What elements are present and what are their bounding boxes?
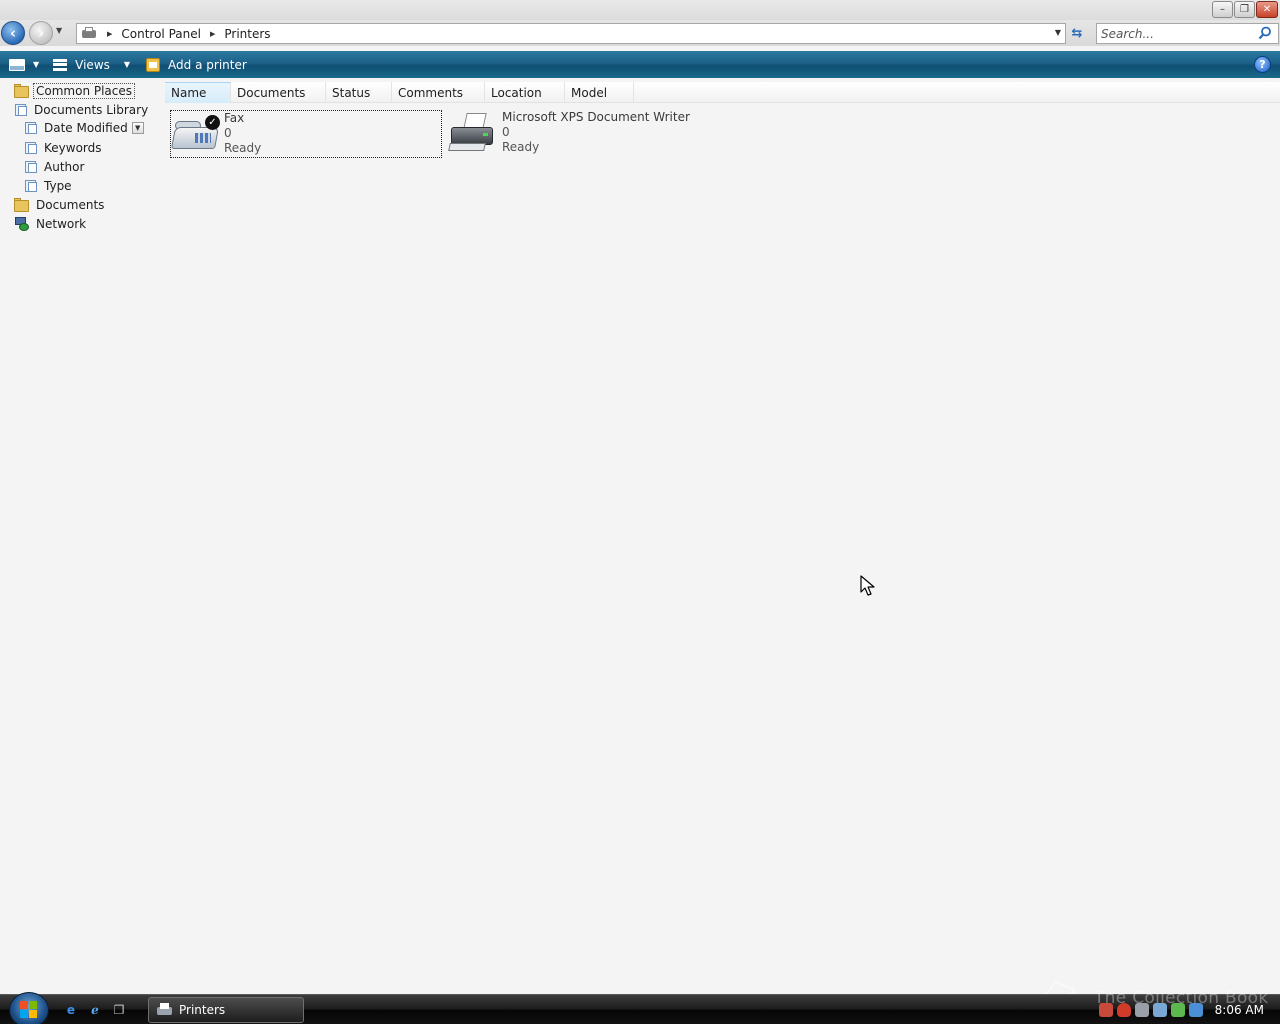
restore-button[interactable]: ❐ <box>1234 1 1255 18</box>
column-header-name[interactable]: Name <box>165 82 231 103</box>
search-folder-icon <box>24 141 38 155</box>
organize-button[interactable]: ▼ <box>0 51 45 78</box>
library-icon <box>14 103 28 117</box>
views-button[interactable]: Views ▼ <box>47 51 136 78</box>
views-label: Views <box>75 57 110 72</box>
printer-status: Ready <box>502 140 540 154</box>
add-printer-label: Add a printer <box>168 57 247 72</box>
search-box <box>1096 23 1279 44</box>
chevron-down-icon[interactable]: ▼ <box>124 60 130 69</box>
fax-icon: ✓ <box>171 111 221 155</box>
address-bar[interactable]: ▶ Control Panel ▶ Printers ▼ <box>76 23 1066 44</box>
close-button[interactable]: ✕ <box>1256 1 1278 18</box>
taskbar-button-printers[interactable]: Printers <box>148 997 304 1023</box>
ie-reload-icon[interactable]: ℯ <box>86 1001 104 1019</box>
column-header-location[interactable]: Location <box>485 82 565 103</box>
switch-windows-icon[interactable]: ❐ <box>110 1001 128 1019</box>
back-button[interactable]: ‹ <box>1 21 25 45</box>
nav-item-label: Keywords <box>44 140 102 155</box>
printer-status: Ready <box>224 141 262 155</box>
taskbar-button-label: Printers <box>179 1003 226 1017</box>
column-header-documents[interactable]: Documents <box>231 82 326 103</box>
folder-icon <box>14 83 30 98</box>
nav-item-label: Type <box>44 178 72 193</box>
breadcrumb-control-panel[interactable]: Control Panel <box>121 27 201 41</box>
printers-folder-icon <box>157 1003 173 1017</box>
minimize-button[interactable]: – <box>1212 1 1233 18</box>
watermark-text: The Collection Book <box>1094 988 1269 1008</box>
nav-item-keywords[interactable]: Keywords <box>24 138 102 157</box>
printers-folder-icon <box>81 26 97 41</box>
nav-item-documents-library[interactable]: Documents Library <box>14 100 148 119</box>
add-printer-button[interactable]: Add a printer <box>140 51 253 78</box>
folder-icon <box>14 197 30 212</box>
mouse-cursor-icon <box>860 575 875 596</box>
refresh-icon[interactable]: ⇆ <box>1068 24 1086 42</box>
forward-button[interactable]: › <box>29 21 53 45</box>
search-icon[interactable] <box>1258 26 1272 40</box>
title-bar: – ❐ ✕ <box>0 0 1280 20</box>
nav-item-network[interactable]: Network <box>14 214 86 233</box>
breadcrumb-separator-icon[interactable]: ▶ <box>210 30 215 38</box>
start-button[interactable] <box>9 992 49 1024</box>
nav-item-common-places[interactable]: Common Places <box>14 81 136 100</box>
nav-item-label: Author <box>44 159 85 174</box>
column-header-comments[interactable]: Comments <box>392 82 485 103</box>
network-icon <box>14 216 30 231</box>
printer-name: Microsoft XPS Document Writer <box>502 110 690 124</box>
column-header-row: Name Documents Status Comments Location … <box>165 82 1280 103</box>
printer-documents: 0 <box>224 126 232 140</box>
nav-item-label: Documents Library <box>34 102 149 117</box>
navigation-pane: Common Places Documents Library Date Mod… <box>0 78 165 992</box>
printer-icon <box>447 111 497 155</box>
views-icon <box>53 58 68 71</box>
quick-launch: e ℯ ❐ <box>62 1001 128 1019</box>
chevron-down-icon: ▼ <box>33 60 40 69</box>
default-printer-check-icon: ✓ <box>205 115 220 130</box>
chevron-down-icon[interactable]: ▼ <box>131 121 144 134</box>
windows-logo-icon <box>20 1001 38 1019</box>
organize-icon <box>9 58 25 71</box>
nav-item-type[interactable]: Type <box>24 176 72 195</box>
breadcrumb-separator-icon[interactable]: ▶ <box>107 30 112 38</box>
nav-item-author[interactable]: Author <box>24 157 84 176</box>
command-bar: ▼ Views ▼ Add a printer ? <box>0 51 1280 78</box>
search-input[interactable] <box>1101 26 1251 41</box>
search-folder-icon <box>24 179 38 193</box>
nav-item-label: Date Modified <box>44 120 128 135</box>
column-header-status[interactable]: Status <box>326 82 392 103</box>
nav-item-date-modified[interactable]: Date Modified ▼ <box>24 118 144 137</box>
search-folder-icon <box>24 121 38 135</box>
help-icon[interactable]: ? <box>1254 56 1271 73</box>
printer-tile-fax[interactable]: ✓ Fax 0 Ready <box>170 110 442 158</box>
printer-documents: 0 <box>502 125 510 139</box>
address-row: ‹ › ▼ ▶ Control Panel ▶ Printers ▼ ⇆ <box>0 20 1280 46</box>
internet-explorer-icon[interactable]: e <box>62 1001 80 1019</box>
nav-item-label: Network <box>36 216 87 231</box>
search-folder-icon <box>24 160 38 174</box>
column-header-model[interactable]: Model <box>565 82 634 103</box>
nav-item-label: Documents <box>36 197 105 212</box>
add-printer-icon <box>146 57 161 72</box>
breadcrumb-printers[interactable]: Printers <box>224 27 270 41</box>
nav-item-documents[interactable]: Documents <box>14 195 104 214</box>
taskbar: e ℯ ❐ Printers 8:06 AM <box>0 992 1280 1024</box>
window-controls: – ❐ ✕ <box>1212 1 1278 18</box>
printer-name: Fax <box>224 111 245 125</box>
recent-pages-dropdown[interactable]: ▼ <box>56 26 62 35</box>
nav-item-label: Common Places <box>33 82 136 99</box>
printer-tile-xps[interactable]: Microsoft XPS Document Writer 0 Ready <box>447 110 719 159</box>
address-dropdown-icon[interactable]: ▼ <box>1055 28 1061 37</box>
